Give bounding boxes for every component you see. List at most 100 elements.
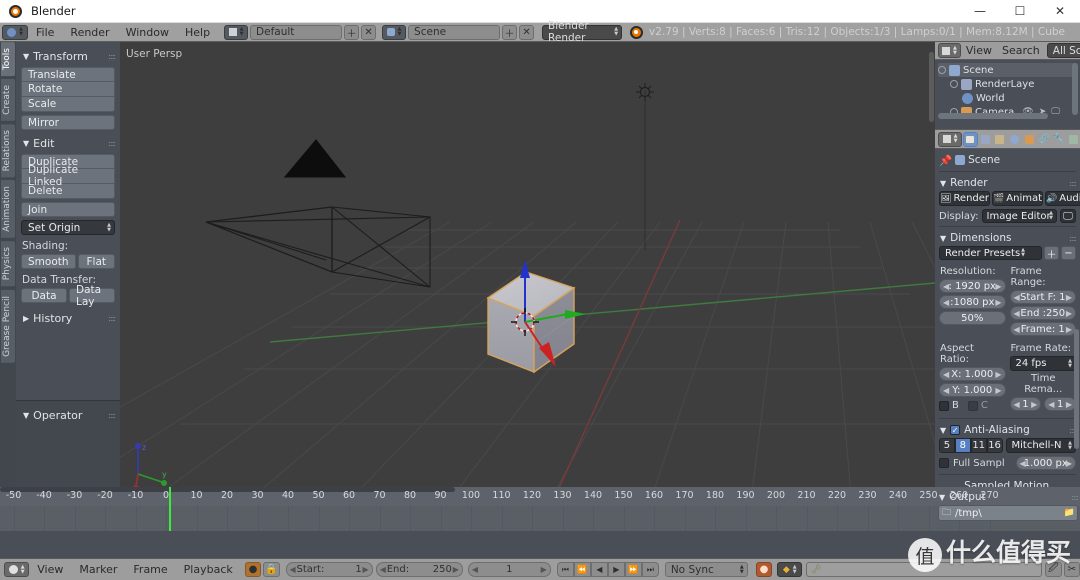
timeline-menu-marker[interactable]: Marker	[71, 563, 125, 576]
outliner-row-scene[interactable]: Scene	[938, 63, 1078, 77]
timeline-menu-frame[interactable]: Frame	[125, 563, 175, 576]
crop-checkbox[interactable]	[967, 400, 978, 411]
history-panel-header[interactable]: ▶ History ::::	[21, 309, 116, 329]
aa-sample-16[interactable]: 16	[986, 438, 1003, 453]
world-tab-icon[interactable]	[1008, 133, 1021, 146]
increment-arrow-icon[interactable]: ▶	[1066, 325, 1072, 334]
editor-type-selector[interactable]: ▲ ▼	[2, 24, 28, 40]
data-tab-icon[interactable]	[1067, 133, 1080, 146]
time-remap-old-field[interactable]: ◀ 1 ▶	[1009, 397, 1042, 411]
menu-render[interactable]: Render	[62, 26, 117, 39]
remove-preset-button[interactable]: −	[1061, 246, 1076, 260]
modifiers-tab-icon[interactable]: 🔧	[1053, 133, 1066, 146]
jump-to-end-button[interactable]: ⏭	[641, 562, 659, 577]
add-screen-button[interactable]: ＋	[344, 24, 360, 40]
increment-arrow-icon[interactable]: ▶	[1031, 400, 1037, 409]
flat-button[interactable]: Flat	[77, 254, 115, 269]
duplicate-linked-button[interactable]: Duplicate Linked	[21, 164, 115, 188]
frame-start-field[interactable]: ◀ Start F: 1 ▶	[1009, 290, 1076, 304]
pin-icon[interactable]: 📌	[939, 154, 952, 167]
smooth-button[interactable]: Smooth	[21, 254, 76, 269]
timeline-menu-view[interactable]: View	[29, 563, 71, 576]
play-button[interactable]: ▶	[607, 562, 625, 577]
outliner-row-renderlayers[interactable]: RenderLaye	[938, 77, 1078, 91]
join-button[interactable]: Join	[21, 202, 115, 217]
translate-button[interactable]: Translate	[21, 67, 115, 82]
outliner-vertical-scrollbar[interactable]	[1072, 63, 1078, 115]
outliner-menu-search[interactable]: Search	[997, 44, 1045, 57]
increment-arrow-icon[interactable]: ▶	[1066, 309, 1072, 318]
scale-button[interactable]: Scale	[21, 97, 115, 112]
decrement-arrow-icon[interactable]: ◀	[1014, 293, 1020, 302]
decrement-arrow-icon[interactable]: ◀	[1014, 400, 1020, 409]
delete-scene-button[interactable]: ✕	[519, 24, 535, 40]
viewport-vertical-scrollbar[interactable]	[929, 52, 934, 122]
set-origin-dropdown[interactable]: Set Origin ▲ ▼	[21, 220, 115, 235]
tab-create[interactable]: Create	[1, 79, 15, 122]
end-frame-field[interactable]: ◀ End: 250 ▶	[375, 562, 463, 577]
full-sample-checkbox[interactable]	[939, 458, 949, 468]
tab-tools[interactable]: Tools	[1, 42, 15, 77]
render-audio-button[interactable]: 🔊Audio	[1045, 191, 1080, 206]
render-animation-button[interactable]: 🎬 Animat	[992, 191, 1044, 206]
record-icon[interactable]: ●	[244, 562, 262, 577]
browse-folder-icon[interactable]: 📁	[1064, 508, 1075, 518]
scene-icon[interactable]: ▲ ▼	[382, 24, 407, 40]
timeline-menu-playback[interactable]: Playback	[176, 563, 241, 576]
outliner-horizontal-scrollbar[interactable]	[938, 113, 1048, 119]
render-engine-dropdown[interactable]: Blender Render ▲ ▼	[542, 20, 623, 44]
render-section-header[interactable]: ▼ Render ::::	[939, 175, 1077, 191]
tab-animation[interactable]: Animation	[1, 180, 15, 239]
frame-current-field[interactable]: ◀ Frame: 1 ▶	[1009, 322, 1076, 336]
transform-panel-header[interactable]: ▼ Transform ::::	[21, 47, 116, 67]
properties-editor-icon[interactable]: ▲ ▼	[938, 131, 962, 147]
resolution-percentage-field[interactable]: 50%	[939, 311, 1006, 325]
timeline-playhead-ruler[interactable]	[169, 487, 172, 506]
timeline-playhead[interactable]	[169, 506, 172, 531]
keyingset-icon[interactable]: ◆ ▲ ▼	[777, 562, 803, 577]
render-presets-dropdown[interactable]: Render Presets ▲ ▼	[939, 246, 1042, 260]
output-path-field[interactable]: 🗀 /tmp\ 📁	[938, 505, 1078, 521]
decrement-arrow-icon[interactable]: ◀	[290, 565, 296, 574]
aa-sample-5[interactable]: 5	[939, 438, 955, 453]
increment-arrow-icon[interactable]: ▶	[995, 370, 1001, 379]
tab-grease-pencil[interactable]: Grease Pencil	[1, 289, 15, 363]
expander-icon[interactable]	[950, 80, 958, 88]
sync-mode-dropdown[interactable]: No Sync ▲ ▼	[664, 562, 748, 577]
object-tab-icon[interactable]	[1023, 133, 1036, 146]
key-remove-icon[interactable]: ✂	[1063, 562, 1080, 577]
aa-size-field[interactable]: ◀ 1.000 px ▶	[1015, 456, 1076, 470]
play-reverse-button[interactable]: ◀	[590, 562, 608, 577]
jump-to-start-button[interactable]: ⏮	[556, 562, 574, 577]
decrement-arrow-icon[interactable]: ◀	[1014, 325, 1020, 334]
timeline-track-area[interactable]	[0, 506, 1080, 531]
aspect-y-field[interactable]: ◀ Y: 1.000 ▶	[939, 383, 1006, 397]
data-layers-button[interactable]: Data Lay	[69, 284, 115, 308]
delete-screen-button[interactable]: ✕	[361, 24, 377, 40]
rotate-button[interactable]: Rotate	[21, 82, 115, 97]
decrement-arrow-icon[interactable]: ◀	[943, 282, 949, 291]
data-button[interactable]: Data	[21, 288, 67, 303]
outliner-display-mode[interactable]: All Scenes	[1046, 43, 1080, 58]
render-tab-icon[interactable]	[963, 131, 978, 147]
outliner-row-world[interactable]: World	[938, 91, 1078, 105]
increment-arrow-icon[interactable]: ▶	[995, 298, 1001, 307]
decrement-arrow-icon[interactable]: ◀	[943, 298, 949, 307]
time-remap-new-field[interactable]: ◀ 1 ▶	[1044, 397, 1076, 411]
dimensions-section-header[interactable]: ▼ Dimensions ::::	[939, 230, 1077, 246]
current-frame-field[interactable]: ◀ 1 ▶	[467, 562, 551, 577]
tab-physics[interactable]: Physics	[1, 241, 15, 287]
lock-icon[interactable]: 🔒	[263, 562, 280, 577]
screen-layout-icon[interactable]: ▲ ▼	[224, 24, 249, 40]
previous-keyframe-button[interactable]: ⏪	[573, 562, 591, 577]
outliner-menu-view[interactable]: View	[961, 44, 997, 57]
aa-sample-8[interactable]: 8	[954, 438, 971, 453]
resolution-x-field[interactable]: ◀ : 1920 px ▶	[939, 279, 1006, 293]
decrement-arrow-icon[interactable]: ◀	[380, 565, 386, 574]
outliner-editor-icon[interactable]: ▲ ▼	[938, 43, 961, 58]
menu-help[interactable]: Help	[177, 26, 218, 39]
decrement-arrow-icon[interactable]: ◀	[472, 565, 478, 574]
decrement-arrow-icon[interactable]: ◀	[943, 370, 949, 379]
render-icon[interactable]: 🖵	[1051, 107, 1060, 117]
scene-dropdown[interactable]: Scene	[408, 24, 501, 40]
